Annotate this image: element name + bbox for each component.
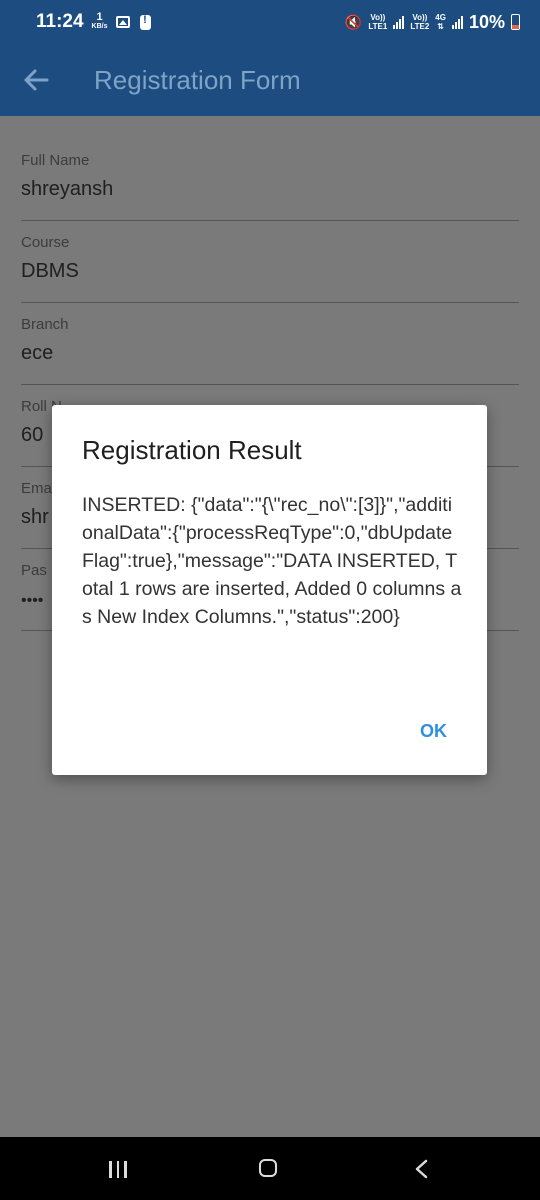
sim1-volte: Vo)) [370,13,386,22]
full-name-field[interactable]: Full Name shreyansh [21,152,519,221]
email-label: Ema [21,480,52,497]
page-title: Registration Form [94,64,301,95]
signal-icon-2 [451,15,463,29]
screen: 11:24 1 KB/s 🔇 Vo)) LTE1 Vo)) LTE2 4G ⇅ … [0,0,540,1200]
image-notification-icon [115,16,130,28]
home-icon[interactable] [259,1159,277,1177]
net-speed-unit: KB/s [91,23,108,30]
email-value: shr [21,506,49,528]
battery-icon [511,14,520,30]
sim2-volte: Vo)) [412,13,428,22]
branch-value: ece [21,342,54,364]
password-label: Pas [21,562,47,579]
recents-icon[interactable] [109,1161,127,1178]
full-name-label: Full Name [21,152,90,169]
sim1-indicator: Vo)) LTE1 [368,13,387,31]
roll-number-value: 60 [21,424,44,446]
sim1-lte: LTE1 [368,22,388,31]
ok-button[interactable]: OK [420,721,447,742]
dialog-message: INSERTED: {"data":"{\"rec_no\":[3]}","ad… [82,494,462,628]
network-type-label: 4G [435,13,446,22]
course-field[interactable]: Course DBMS [21,234,519,303]
net-speed: 1 KB/s [91,11,108,31]
battery-percent: 10% [468,11,505,32]
data-arrows-icon: ⇅ [437,22,444,31]
course-value: DBMS [21,260,79,282]
net-speed-value: 1 [96,11,103,23]
status-bar: 11:24 1 KB/s 🔇 Vo)) LTE1 Vo)) LTE2 4G ⇅ … [0,0,540,44]
branch-field[interactable]: Branch ece [21,316,519,385]
sim2-lte: LTE2 [410,22,430,31]
network-type: 4G ⇅ [435,13,446,31]
branch-label: Branch [21,316,69,333]
status-time: 11:24 [36,11,84,32]
dialog-title: Registration Result [82,435,302,465]
nav-back-icon[interactable] [414,1159,428,1184]
signal-icon [393,15,405,29]
registration-result-dialog: Registration Result INSERTED: {"data":"{… [52,405,487,775]
course-label: Course [21,234,70,251]
app-bar: Registration Form [0,44,540,116]
full-name-value: shreyansh [21,178,114,200]
sim2-indicator: Vo)) LTE2 [410,13,429,31]
password-value: •••• [21,592,44,609]
navigation-bar [0,1137,540,1200]
alert-notification-icon [139,14,151,30]
mute-icon: 🔇 [344,13,363,30]
back-arrow-icon[interactable] [0,44,72,116]
status-right: 🔇 Vo)) LTE1 Vo)) LTE2 4G ⇅ 10% [345,12,520,33]
